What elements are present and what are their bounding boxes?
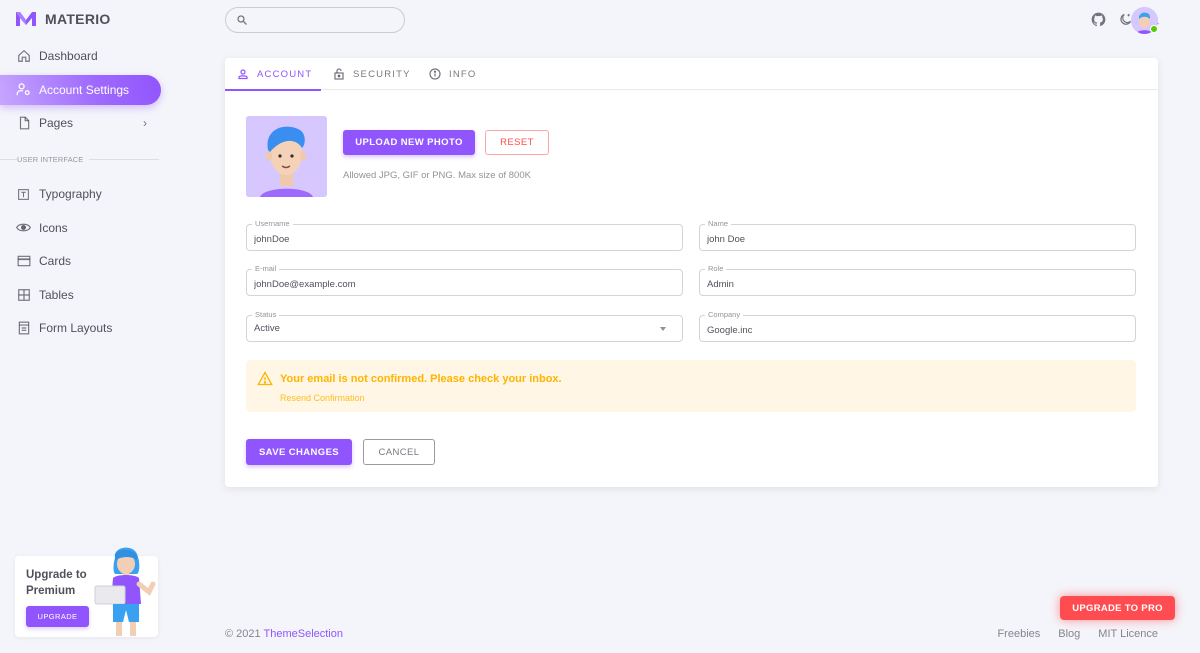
divider: [0, 158, 17, 160]
section-title: USER INTERFACE: [0, 149, 170, 169]
tab-label: INFO: [449, 68, 477, 80]
reset-photo-button[interactable]: RESET: [485, 130, 549, 155]
copyright-text: © 2021: [225, 628, 264, 640]
role-input[interactable]: [707, 277, 1107, 291]
email-warning-alert: Your email is not confirmed. Please chec…: [246, 360, 1136, 412]
section-title-label: USER INTERFACE: [17, 154, 84, 164]
sidebar-nav: Dashboard Account Settings Pages › USER …: [0, 41, 170, 347]
search-icon: [237, 15, 247, 25]
email-field: E-mail: [246, 264, 683, 296]
username-input[interactable]: [254, 232, 654, 246]
upgrade-card-title: Upgrade to Premium: [26, 569, 87, 597]
photo-hint: Allowed JPG, GIF or PNG. Max size of 800…: [343, 170, 531, 181]
field-label: Company: [705, 310, 744, 320]
status-select[interactable]: Status Active: [246, 310, 683, 342]
name-input[interactable]: [707, 232, 1107, 246]
footer-links: Freebies Blog MIT Licence: [997, 628, 1158, 640]
save-changes-button[interactable]: SAVE CHANGES: [246, 439, 352, 465]
online-status-badge: [1150, 25, 1158, 33]
table-icon: [16, 287, 31, 302]
footer-link-freebies[interactable]: Freebies: [997, 628, 1040, 640]
upgrade-to-pro-button[interactable]: UPGRADE TO PRO: [1060, 596, 1175, 620]
footer-copyright: © 2021 ThemeSelection: [225, 628, 343, 640]
sidebar-item-label: Cards: [39, 254, 72, 268]
github-icon[interactable]: [1091, 11, 1106, 27]
profile-photo: [246, 116, 327, 197]
sidebar-item-cards[interactable]: Cards: [0, 246, 161, 276]
name-field: Name: [699, 219, 1136, 251]
search-input[interactable]: [252, 10, 397, 30]
username-field: Username: [246, 219, 683, 251]
cancel-button[interactable]: CANCEL: [363, 439, 435, 465]
brand-name: MATERIO: [45, 11, 111, 27]
tab-security[interactable]: SECURITY: [321, 58, 417, 90]
email-input[interactable]: [254, 277, 654, 291]
upload-photo-button[interactable]: UPLOAD NEW PHOTO: [343, 130, 475, 155]
status-value: Active: [254, 323, 280, 334]
sidebar-item-label: Dashboard: [39, 49, 98, 63]
field-label: Role: [705, 264, 727, 274]
upgrade-button[interactable]: UPGRADE: [26, 606, 89, 627]
eye-icon: [16, 220, 31, 235]
sidebar: MATERIO Dashboard Account Settings Pages…: [0, 0, 170, 653]
info-icon: [429, 68, 441, 80]
company-input[interactable]: [707, 323, 1107, 337]
sidebar-item-label: Pages: [39, 116, 74, 130]
sidebar-item-account-settings[interactable]: Account Settings: [0, 74, 161, 105]
sidebar-item-dashboard[interactable]: Dashboard: [0, 41, 161, 71]
sidebar-item-icons[interactable]: Icons: [0, 213, 161, 243]
company-field: Company: [699, 310, 1136, 342]
account-cog-icon: [16, 82, 31, 97]
sidebar-item-form-layouts[interactable]: Form Layouts: [0, 313, 161, 343]
upgrade-card: Upgrade to Premium UPGRADE: [15, 547, 158, 637]
resend-confirmation-link[interactable]: Resend Confirmation: [280, 393, 365, 403]
sidebar-item-typography[interactable]: Typography: [0, 179, 161, 209]
brand[interactable]: MATERIO: [15, 10, 111, 28]
sidebar-item-label: Icons: [39, 220, 68, 235]
tab-label: ACCOUNT: [257, 68, 313, 80]
field-label: Name: [705, 219, 732, 229]
dropdown-arrow-icon: [660, 327, 666, 331]
tab-info[interactable]: INFO: [417, 58, 487, 90]
themeselection-link[interactable]: ThemeSelection: [264, 628, 344, 640]
settings-tabs: ACCOUNT SECURITY INFO: [225, 58, 1158, 91]
home-icon: [16, 49, 31, 64]
sidebar-item-pages[interactable]: Pages ›: [0, 108, 161, 138]
field-label: Status: [252, 310, 280, 320]
credit-card-icon: [16, 254, 31, 269]
field-label: E-mail: [252, 264, 280, 274]
footer-link-blog[interactable]: Blog: [1058, 628, 1080, 640]
field-label: Username: [252, 219, 293, 229]
account-icon: [237, 68, 249, 80]
sidebar-item-tables[interactable]: Tables: [0, 280, 161, 310]
form-icon: [16, 321, 31, 336]
upgrade-illustration: [94, 547, 156, 636]
sidebar-item-label: Account Settings: [39, 82, 130, 97]
tab-account[interactable]: ACCOUNT: [225, 58, 321, 91]
sidebar-item-label: Form Layouts: [39, 321, 113, 335]
search-bar[interactable]: [225, 7, 405, 33]
account-settings-card: ACCOUNT SECURITY INFO UPLOAD NEW PHOTO R…: [225, 58, 1158, 487]
lock-icon: [333, 68, 345, 80]
file-icon: [16, 116, 31, 131]
alert-message: Your email is not confirmed. Please chec…: [280, 373, 562, 385]
tab-label: SECURITY: [353, 68, 411, 80]
role-field: Role: [699, 264, 1136, 296]
profile-avatar-image: [246, 116, 327, 197]
sidebar-item-label: Tables: [39, 287, 74, 302]
chevron-right-icon: ›: [143, 116, 147, 130]
footer-link-licence[interactable]: MIT Licence: [1098, 628, 1158, 640]
typography-icon: [16, 187, 31, 202]
warning-icon: [257, 371, 273, 386]
divider: [89, 158, 160, 160]
materio-logo-icon: [16, 12, 36, 26]
sidebar-item-label: Typography: [39, 187, 102, 201]
